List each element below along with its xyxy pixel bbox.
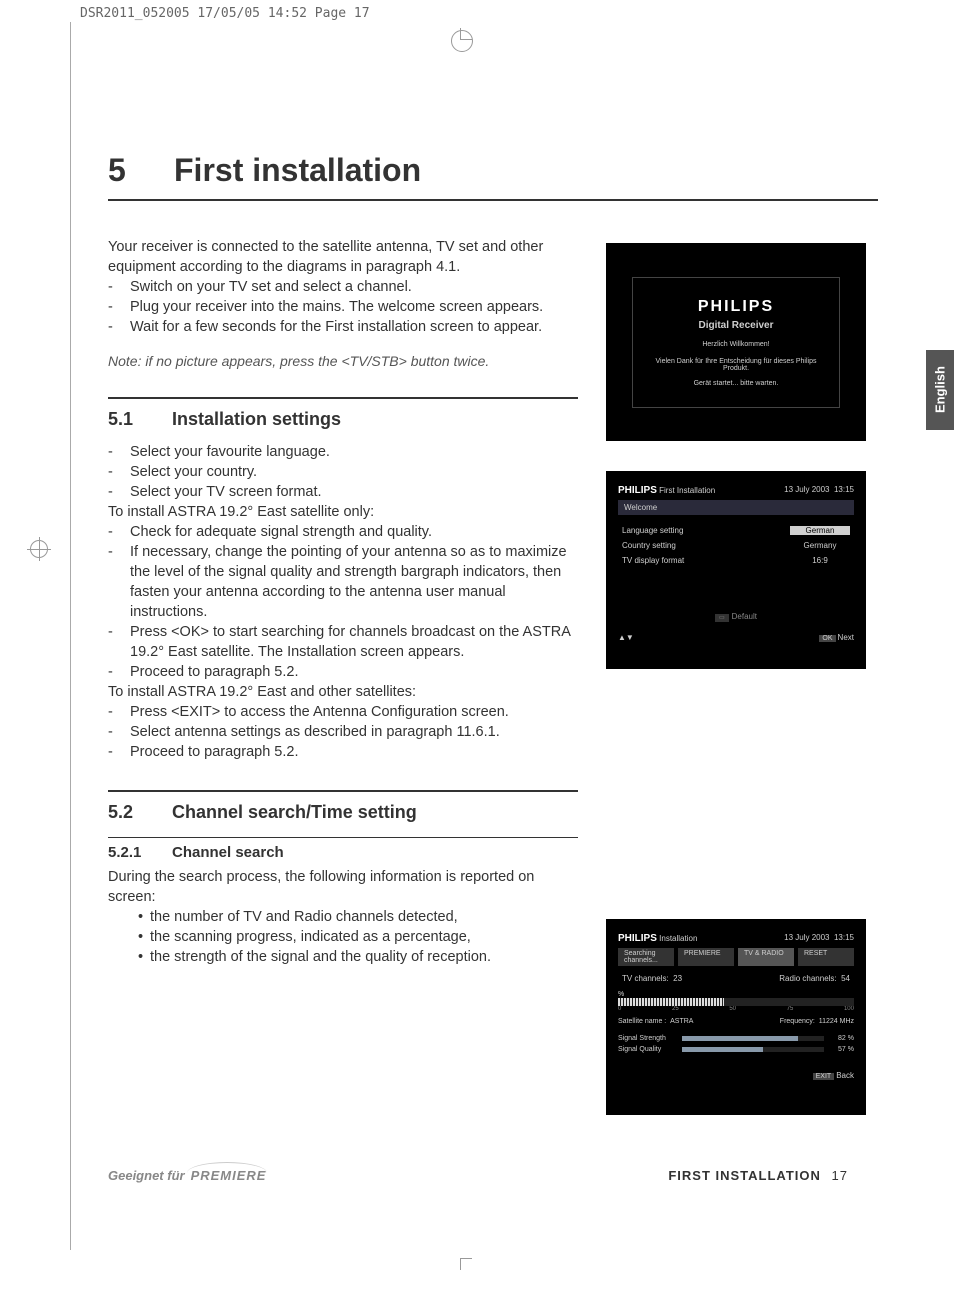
list-item: -Check for adequate signal strength and … [108,522,578,542]
section-5-1-heading: 5.1Installation settings [108,397,578,430]
arrow-right-icon: ► [852,527,862,537]
philips-logo: PHILIPS [653,298,819,316]
crop-mark-top [460,28,472,40]
bullet-item: •the number of TV and Radio channels det… [108,907,578,927]
nav-arrows-icon: ▲▼ [618,633,634,642]
setting-row-language: Language setting ◄German► [618,523,854,538]
progress-bar [618,998,854,1006]
list-item: -Press <EXIT> to access the Antenna Conf… [108,702,578,722]
setting-row-format: TV display format16:9 [618,553,854,568]
exit-back-hint: EXITBack [618,1071,854,1080]
arrow-left-icon: ◄ [778,527,788,537]
footer-prefix: Geeignet für [108,1168,185,1183]
page-trim-line [70,22,71,1250]
welcome-line: Vielen Dank für Ihre Entscheidung für di… [653,358,819,372]
welcome-line: Herzlich Willkommen! [653,341,819,348]
paragraph: To install ASTRA 19.2° East and other sa… [108,682,578,702]
percent-label: % [618,991,624,998]
intro-paragraph: Your receiver is connected to the satell… [108,237,578,277]
page-footer: Geeignet für PREMIERE FIRST INSTALLATION… [108,1168,848,1183]
tab-tvradio: TV & RADIO [738,948,794,966]
paragraph: During the search process, the following… [108,867,578,907]
list-item: -Switch on your TV set and select a chan… [108,277,578,297]
bullet-item: •the strength of the signal and the qual… [108,947,578,967]
crop-mark-left [30,540,48,558]
page-number: 17 [832,1168,848,1183]
list-item: -Plug your receiver into the mains. The … [108,297,578,317]
note-text: Note: if no picture appears, press the <… [108,353,578,369]
first-installation-screenshot: PHILIPS First Installation 13 July 2003 … [606,471,866,669]
page-content: 5First installation Your receiver is con… [108,152,878,1115]
screen-title: Welcome [618,500,854,515]
tab-reset: RESET [798,948,854,966]
list-item: -Proceed to paragraph 5.2. [108,662,578,682]
paragraph: To install ASTRA 19.2° East satellite on… [108,502,578,522]
chapter-number: 5 [108,152,174,189]
list-item: -Wait for a few seconds for the First in… [108,317,578,337]
footer-section-label: FIRST INSTALLATION [668,1168,821,1183]
chapter-text: First installation [174,152,421,188]
default-hint: ▭Default [618,612,854,621]
section-5-2-heading: 5.2Channel search/Time setting [108,790,578,823]
list-item: -Select antenna settings as described in… [108,722,578,742]
premiere-logo: PREMIERE [191,1168,267,1183]
signal-strength-bar: Signal Strength 82 % [618,1035,854,1042]
list-item: -Select your favourite language. [108,442,578,462]
list-item: -If necessary, change the pointing of yo… [108,542,578,622]
list-item: -Press <OK> to start searching for chann… [108,622,578,662]
list-item: -Proceed to paragraph 5.2. [108,742,578,762]
search-status-label: Searching channels... [618,948,674,966]
list-item: -Select your country. [108,462,578,482]
tab-premiere: PREMIERE [678,948,734,966]
signal-quality-bar: Signal Quality 57 % [618,1046,854,1053]
list-item: -Select your TV screen format. [108,482,578,502]
welcome-screenshot: PHILIPS Digital Receiver Herzlich Willko… [606,243,866,441]
print-header: DSR2011_052005 17/05/05 14:52 Page 17 [80,6,370,21]
subsection-5-2-1-heading: 5.2.1Channel search [108,837,578,861]
welcome-line: Gerät startet... bitte warten. [653,380,819,387]
bullet-item: •the scanning progress, indicated as a p… [108,927,578,947]
ok-next-hint: OKNext [819,633,854,642]
language-tab: English [926,350,954,430]
digital-receiver-label: Digital Receiver [653,320,819,331]
crop-mark-bottom [460,1258,472,1270]
chapter-title: 5First installation [108,152,878,201]
channel-search-screenshot: PHILIPS Installation 13 July 2003 13:15 … [606,919,866,1115]
setting-row-country: Country settingGermany [618,538,854,553]
